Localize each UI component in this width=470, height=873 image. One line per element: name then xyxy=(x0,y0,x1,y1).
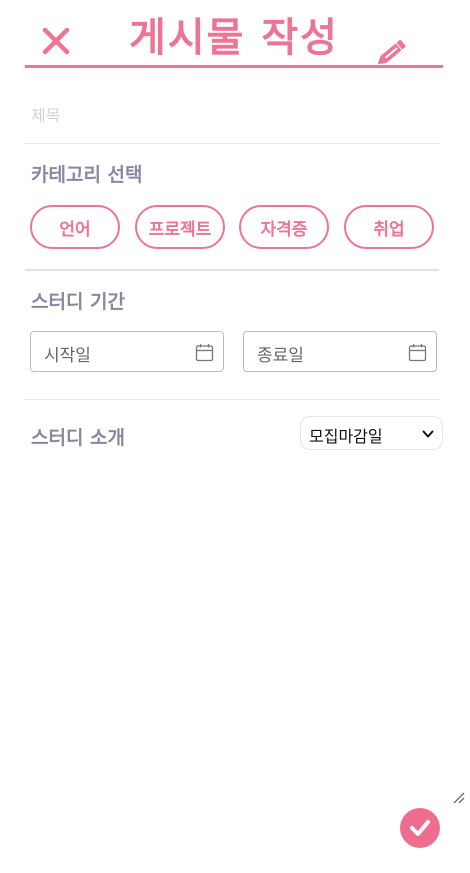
category-chip-project[interactable]: 프로젝트 xyxy=(135,205,225,249)
deadline-select-value: 모집마감일 xyxy=(309,427,383,446)
resize-handle-icon[interactable] xyxy=(453,792,465,804)
header: 게시물 작성 xyxy=(25,12,443,68)
title-input[interactable] xyxy=(25,95,439,135)
submit-button[interactable] xyxy=(400,808,440,848)
calendar-icon[interactable] xyxy=(195,343,214,362)
start-date-placeholder: 시작일 xyxy=(44,346,91,366)
end-date-input[interactable]: 종료일 xyxy=(243,331,437,372)
chip-label: 자격증 xyxy=(260,219,308,240)
category-label: 카테고리 선택 xyxy=(31,164,143,186)
check-icon xyxy=(410,820,430,836)
edit-button[interactable] xyxy=(375,38,409,68)
start-date-input[interactable]: 시작일 xyxy=(30,331,224,372)
chip-label: 언어 xyxy=(59,219,91,240)
divider xyxy=(25,143,439,144)
deadline-select[interactable]: 모집마감일 xyxy=(300,416,443,450)
chevron-down-icon xyxy=(422,430,434,438)
calendar-icon[interactable] xyxy=(408,343,427,362)
intro-label: 스터디 소개 xyxy=(31,427,126,449)
intro-textarea[interactable] xyxy=(25,462,469,808)
chip-label: 취업 xyxy=(373,219,405,240)
category-chip-employment[interactable]: 취업 xyxy=(344,205,434,249)
pencil-icon xyxy=(377,40,406,65)
divider xyxy=(25,269,439,271)
divider xyxy=(25,399,439,400)
category-chip-certificate[interactable]: 자격증 xyxy=(239,205,329,249)
category-chip-language[interactable]: 언어 xyxy=(30,205,120,249)
chip-label: 프로젝트 xyxy=(148,219,212,240)
period-label: 스터디 기간 xyxy=(31,291,126,313)
end-date-placeholder: 종료일 xyxy=(257,346,304,366)
